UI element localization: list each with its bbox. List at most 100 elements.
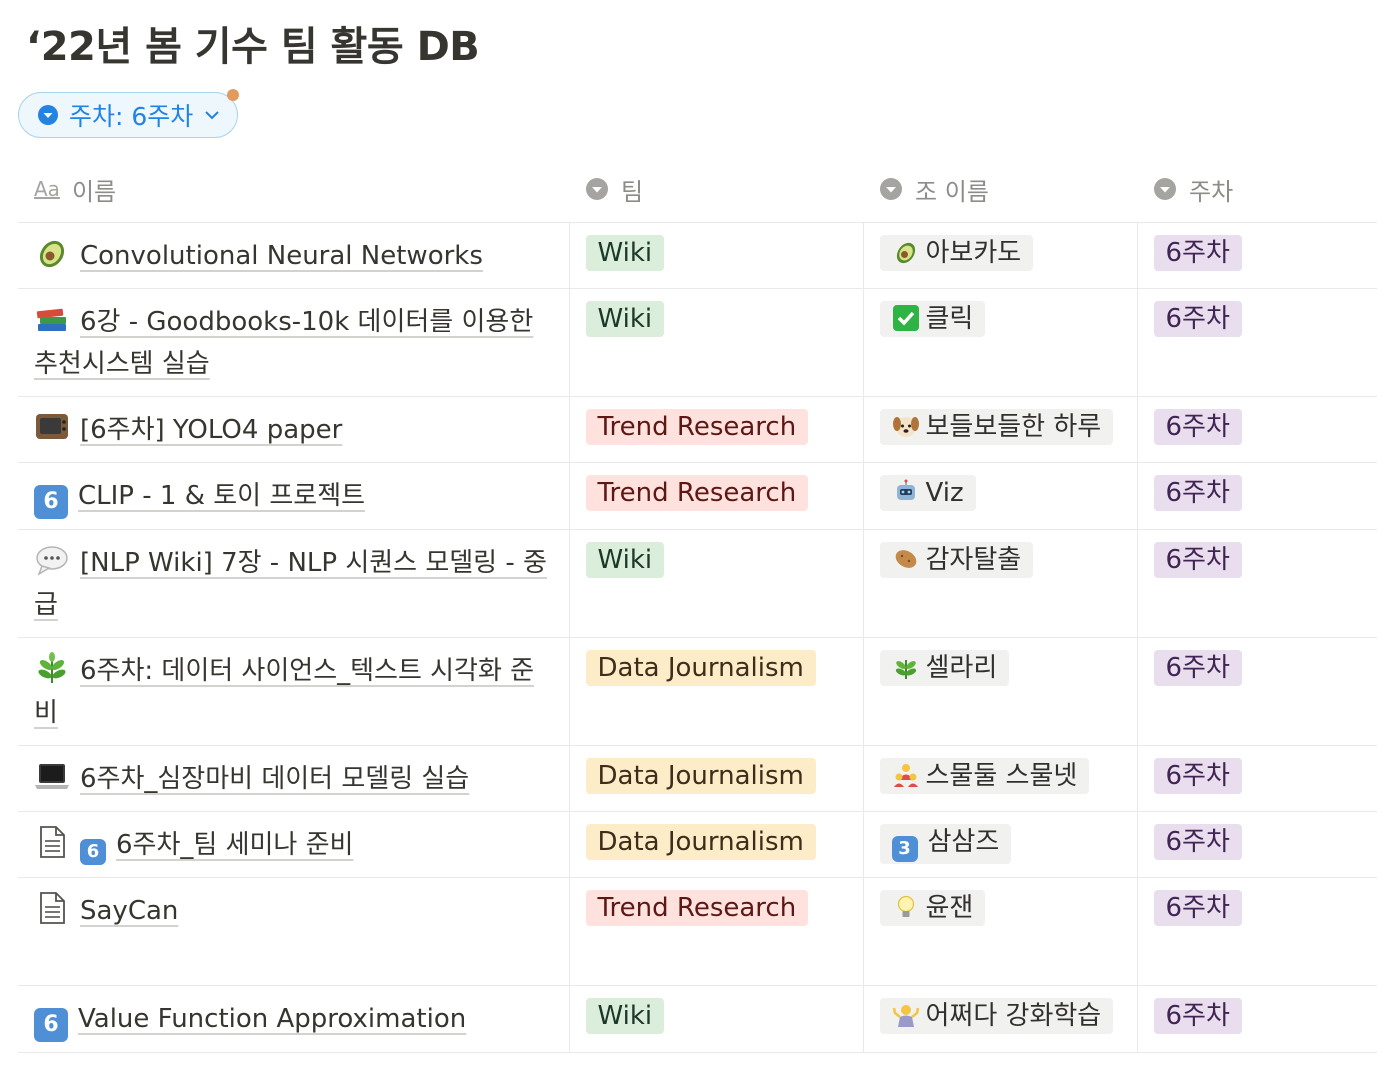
select-property-icon — [1154, 178, 1176, 200]
group-cell[interactable]: 감자탈출 — [862, 529, 1137, 638]
group-cell[interactable]: 아보카도 — [862, 222, 1137, 289]
keycap-6-icon: 6 — [80, 839, 106, 865]
page-link[interactable]: Convolutional Neural Networks — [80, 241, 483, 271]
group-cell[interactable]: 셀라리 — [862, 637, 1137, 746]
team-cell[interactable]: Trend Research — [568, 462, 863, 530]
name-cell[interactable]: 6주차_심장마비 데이터 모델링 실습 — [18, 745, 569, 812]
team-cell[interactable]: Data Journalism — [568, 811, 863, 878]
name-cell[interactable]: 6강 - Goodbooks-10k 데이터를 이용한 추천시스템 실습 — [18, 288, 569, 397]
page-link[interactable]: SayCan — [80, 896, 178, 926]
people-icon — [893, 764, 918, 787]
week-cell[interactable]: 6주차 — [1136, 985, 1377, 1053]
team-tag: Wiki — [585, 998, 665, 1034]
week-cell[interactable]: 6주차 — [1136, 529, 1377, 638]
page-icon — [40, 826, 65, 858]
page-link[interactable]: 6강 - Goodbooks-10k 데이터를 이용한 추천시스템 실습 — [34, 307, 533, 379]
column-header-group[interactable]: 조 이름 — [863, 156, 1137, 223]
group-cell[interactable]: Viz — [862, 462, 1137, 530]
week-tag: 6주차 — [1153, 542, 1242, 578]
page-link[interactable]: Value Function Approximation — [78, 1004, 466, 1034]
name-cell[interactable]: [NLP Wiki] 7장 - NLP 시퀀스 모델링 - 중급 — [18, 529, 569, 638]
page-icon — [40, 892, 65, 924]
speech-bubble-icon — [36, 546, 68, 576]
table-row[interactable]: 6강 - Goodbooks-10k 데이터를 이용한 추천시스템 실습 Wik… — [18, 288, 1377, 397]
team-cell[interactable]: Wiki — [568, 288, 863, 397]
group-cell[interactable]: 클릭 — [862, 288, 1137, 397]
group-cell[interactable]: 보들보들한 하루 — [862, 396, 1137, 463]
dog-icon — [892, 417, 919, 437]
group-tag: Viz — [879, 475, 976, 511]
week-cell[interactable]: 6주차 — [1136, 396, 1377, 463]
group-label: 보들보들한 하루 — [925, 412, 1102, 442]
table-row[interactable]: 6주차_심장마비 데이터 모델링 실습 Data Journalism 스물둘 … — [18, 745, 1377, 812]
week-cell[interactable]: 6주차 — [1136, 222, 1377, 289]
team-tag: Wiki — [585, 542, 665, 578]
team-tag: Trend Research — [585, 890, 809, 926]
check-icon — [892, 305, 919, 331]
team-cell[interactable]: Wiki — [568, 222, 863, 289]
potato-icon — [895, 550, 916, 568]
group-cell[interactable]: 어쩌다 강화학습 — [862, 985, 1137, 1053]
table-row[interactable]: 6 CLIP - 1 & 토이 프로젝트 Trend Research Viz 6… — [18, 462, 1377, 530]
week-cell[interactable]: 6주차 — [1136, 288, 1377, 397]
team-tag: Trend Research — [585, 409, 809, 445]
team-cell[interactable]: Data Journalism — [568, 745, 863, 812]
team-cell[interactable]: Wiki — [568, 985, 863, 1053]
database-table: Aa 이름 팀 조 이름 주차 Convolutional Neural Net… — [18, 156, 1377, 1053]
column-header-week[interactable]: 주차 — [1137, 156, 1377, 223]
week-cell[interactable]: 6주차 — [1136, 637, 1377, 746]
name-cell[interactable]: 6 CLIP - 1 & 토이 프로젝트 — [18, 462, 569, 530]
column-header-team[interactable]: 팀 — [569, 156, 863, 223]
filter-active-dot — [227, 89, 240, 101]
group-cell[interactable]: 3 삼삼즈 — [862, 811, 1137, 878]
table-row[interactable]: [NLP Wiki] 7장 - NLP 시퀀스 모델링 - 중급 Wiki 감자… — [18, 529, 1377, 638]
bulb-icon — [897, 895, 914, 917]
name-cell[interactable]: 6 6주차_팀 세미나 준비 — [18, 811, 569, 878]
group-label: 아보카도 — [925, 238, 1022, 268]
team-cell[interactable]: Trend Research — [568, 396, 863, 463]
group-tag: 3 삼삼즈 — [879, 824, 1012, 864]
week-cell[interactable]: 6주차 — [1136, 877, 1377, 986]
name-cell[interactable]: Convolutional Neural Networks — [18, 222, 569, 289]
laptop-icon — [35, 764, 69, 789]
group-tag: 스물둘 스물넷 — [879, 758, 1090, 794]
table-row[interactable]: SayCan Trend Research 윤잰 6주차 — [18, 877, 1377, 986]
avocado-icon — [896, 242, 915, 264]
name-cell[interactable]: 6주차: 데이터 사이언스_텍스트 시각화 준비 — [18, 637, 569, 746]
group-label: 삼삼즈 — [927, 827, 1000, 857]
page-link[interactable]: 6주차_팀 세미나 준비 — [116, 830, 353, 860]
name-cell[interactable]: 6 Value Function Approximation — [18, 985, 569, 1053]
group-label: 어쩌다 강화학습 — [925, 1001, 1102, 1031]
name-cell[interactable]: SayCan — [18, 877, 569, 986]
table-row[interactable]: Convolutional Neural Networks Wiki 아보카도 … — [18, 222, 1377, 289]
table-row[interactable]: [6주차] YOLO4 paper Trend Research 보들보들한 하… — [18, 396, 1377, 463]
team-cell[interactable]: Wiki — [568, 529, 863, 638]
table-row[interactable]: 6 Value Function Approximation Wiki 어쩌다 강… — [18, 985, 1377, 1053]
week-tag: 6주차 — [1153, 301, 1242, 337]
team-cell[interactable]: Data Journalism — [568, 637, 863, 746]
team-cell[interactable]: Trend Research — [568, 877, 863, 986]
week-tag: 6주차 — [1153, 475, 1242, 511]
shrug-icon — [892, 1005, 919, 1027]
page-link[interactable]: CLIP - 1 & 토이 프로젝트 — [78, 481, 365, 511]
week-cell[interactable]: 6주차 — [1136, 462, 1377, 530]
herb-icon — [38, 652, 66, 683]
table-row[interactable]: 6주차: 데이터 사이언스_텍스트 시각화 준비 Data Journalism… — [18, 637, 1377, 746]
column-header-name[interactable]: Aa 이름 — [18, 156, 569, 223]
week-cell[interactable]: 6주차 — [1136, 745, 1377, 812]
page-link[interactable]: 6주차: 데이터 사이언스_텍스트 시각화 준비 — [34, 656, 534, 728]
name-cell[interactable]: [6주차] YOLO4 paper — [18, 396, 569, 463]
group-cell[interactable]: 스물둘 스물넷 — [862, 745, 1137, 812]
chevron-down-icon — [205, 111, 219, 120]
page-link[interactable]: [6주차] YOLO4 paper — [80, 415, 342, 445]
keycap-6-icon: 6 — [34, 485, 68, 519]
group-label: 감자탈출 — [925, 545, 1022, 575]
column-header-label: 이름 — [71, 177, 117, 206]
group-cell[interactable]: 윤잰 — [862, 877, 1137, 986]
week-cell[interactable]: 6주차 — [1136, 811, 1377, 878]
page-link[interactable]: 6주차_심장마비 데이터 모델링 실습 — [80, 764, 469, 794]
table-row[interactable]: 6 6주차_팀 세미나 준비 Data Journalism 3 삼삼즈 6주차 — [18, 811, 1377, 878]
page-link[interactable]: [NLP Wiki] 7장 - NLP 시퀀스 모델링 - 중급 — [34, 548, 547, 620]
avocado-icon — [39, 240, 65, 268]
filter-chip-week[interactable]: 주차: 6주차 — [18, 89, 240, 138]
